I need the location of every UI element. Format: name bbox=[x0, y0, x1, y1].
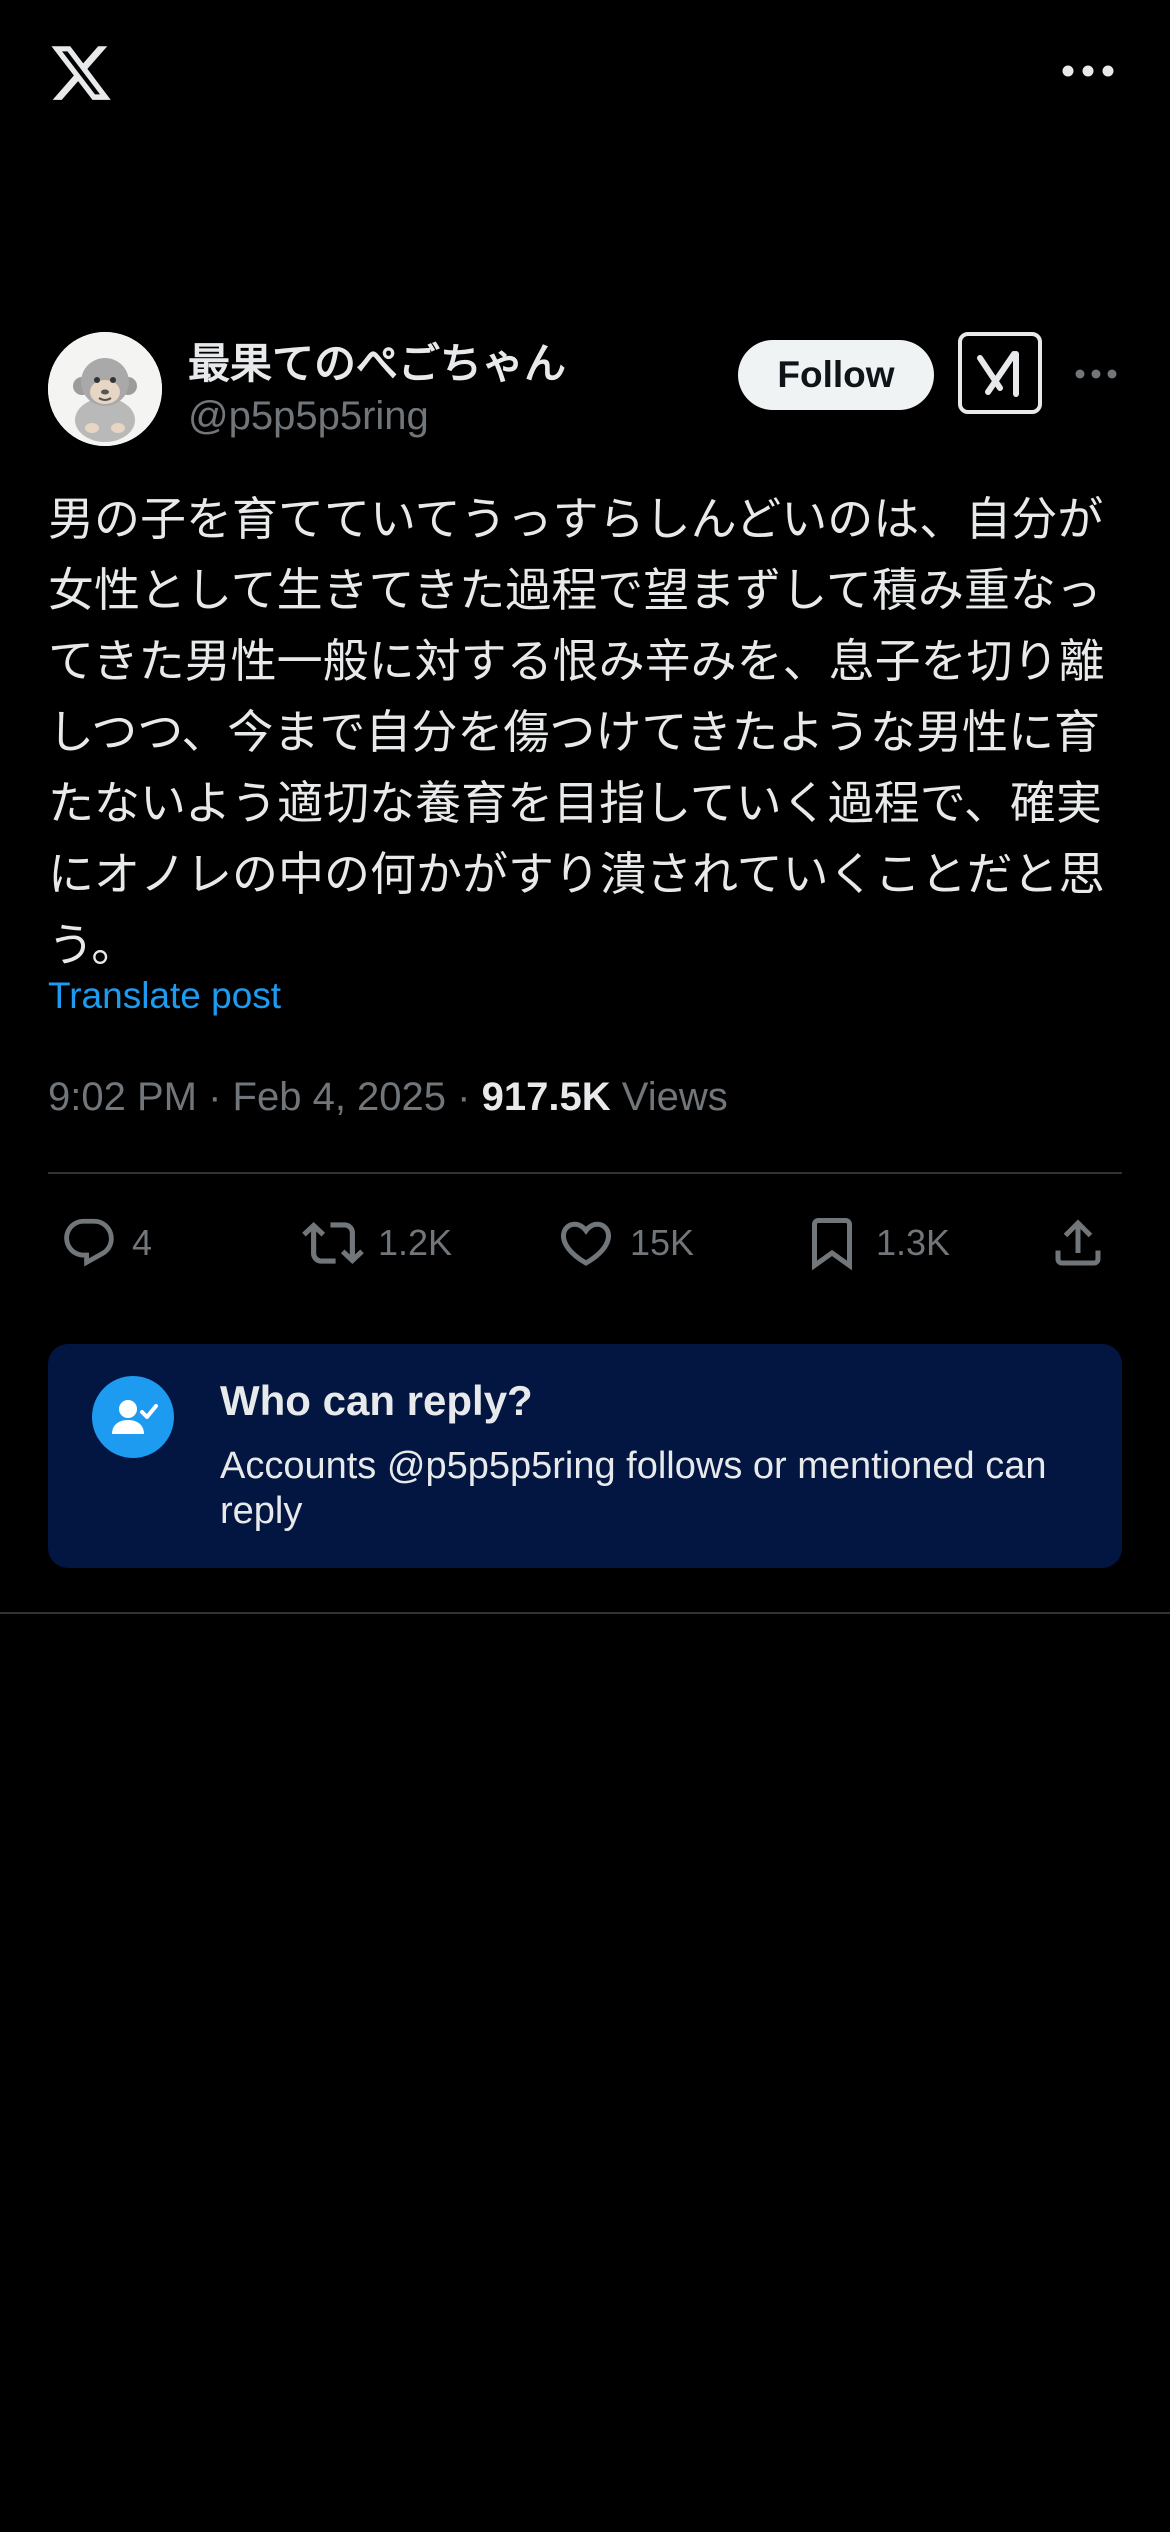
views-count[interactable]: 917.5K bbox=[482, 1075, 611, 1119]
divider bbox=[48, 1172, 1122, 1174]
like-button[interactable]: 15K bbox=[556, 1208, 694, 1278]
repost-icon bbox=[302, 1222, 364, 1264]
views-label: Views bbox=[621, 1075, 728, 1119]
divider bbox=[0, 1612, 1170, 1614]
grok-icon bbox=[977, 351, 1019, 397]
reply-settings-description: Accounts @p5p5p5ring follows or mentione… bbox=[220, 1445, 1047, 1532]
person-check-badge bbox=[92, 1376, 174, 1458]
x-logo-icon[interactable] bbox=[48, 40, 114, 106]
like-count: 15K bbox=[630, 1222, 695, 1263]
meta-separator: · bbox=[208, 1075, 222, 1119]
reply-icon bbox=[64, 1218, 114, 1267]
post-time[interactable]: 9:02 PM bbox=[48, 1075, 197, 1119]
who-can-reply-card: Who can reply? Accounts @p5p5p5ring foll… bbox=[48, 1344, 1122, 1568]
user-handle[interactable]: @p5p5p5ring bbox=[188, 392, 429, 440]
like-icon bbox=[560, 1221, 612, 1266]
bookmark-button[interactable]: 1.3K bbox=[802, 1208, 950, 1278]
gorilla-avatar bbox=[48, 332, 162, 446]
post-text: 男の子を育てていてうっすらしんどいのは、自分が女性として生きてきた過程で望まずし… bbox=[48, 492, 1105, 972]
reply-button[interactable]: 4 bbox=[60, 1208, 152, 1278]
reply-count: 4 bbox=[132, 1222, 153, 1263]
post-date[interactable]: Feb 4, 2025 bbox=[233, 1075, 447, 1119]
reply-settings-title: Who can reply? bbox=[220, 1377, 533, 1424]
grok-button[interactable] bbox=[958, 332, 1042, 414]
more-horizontal-icon[interactable] bbox=[1074, 362, 1118, 386]
bookmark-count: 1.3K bbox=[876, 1222, 951, 1263]
share-button[interactable] bbox=[1048, 1208, 1108, 1278]
more-horizontal-icon[interactable] bbox=[1058, 56, 1118, 86]
post-meta: 9:02 PM · Feb 4, 2025 · 917.5K Views bbox=[48, 1070, 728, 1124]
top-bar bbox=[0, 0, 1170, 150]
follow-button[interactable]: Follow bbox=[738, 340, 934, 410]
avatar[interactable] bbox=[48, 332, 162, 446]
post-author: 最果てのぺごちゃん @p5p5p5ring Follow bbox=[48, 332, 1122, 448]
person-check-icon bbox=[112, 1400, 158, 1434]
share-icon bbox=[1055, 1219, 1101, 1266]
meta-separator: · bbox=[457, 1075, 471, 1119]
translate-post-link[interactable]: Translate post bbox=[48, 972, 281, 1020]
bookmark-icon bbox=[812, 1218, 852, 1271]
repost-button[interactable]: 1.2K bbox=[302, 1208, 452, 1278]
action-bar: 4 1.2K 15K 1.3K bbox=[48, 1208, 1122, 1278]
repost-count: 1.2K bbox=[378, 1222, 453, 1263]
display-name[interactable]: 最果てのぺごちゃん bbox=[188, 336, 566, 392]
